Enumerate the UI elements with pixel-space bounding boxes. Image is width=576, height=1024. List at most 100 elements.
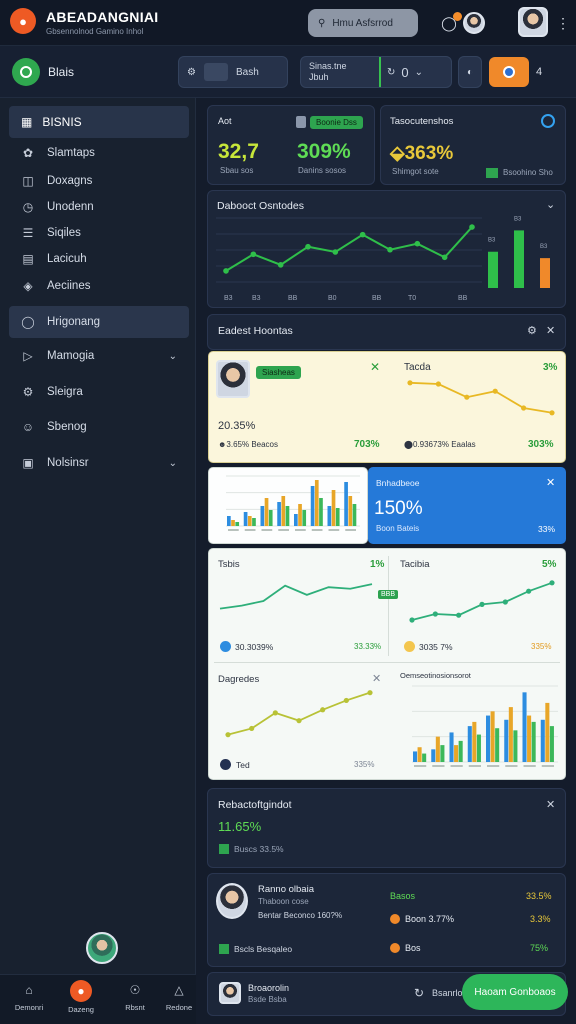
data-point xyxy=(343,697,349,704)
data-point xyxy=(502,599,508,605)
primary-fab-button[interactable]: Haoam Gonboaos xyxy=(462,974,568,1010)
sidebar-item-label: Aeciines xyxy=(47,280,91,292)
chevron-down-icon[interactable]: ⌄ xyxy=(546,198,555,211)
bar xyxy=(435,736,440,762)
grid-divider-h xyxy=(214,662,560,663)
bottom-nav-redone[interactable]: △ Redone xyxy=(156,980,202,1012)
sidebar-item-mamogia[interactable]: ▷ Mamogia ⌄ xyxy=(9,343,189,369)
kpi-right-title: Tasocutenshos xyxy=(390,116,454,127)
data-point xyxy=(223,268,229,274)
card-3-right-pct: 5% xyxy=(542,559,557,570)
refresh-icon[interactable]: ↻ xyxy=(414,986,424,1000)
data-point xyxy=(435,381,441,387)
sidebar-item-unodenn[interactable]: ◷ Unodenn xyxy=(9,194,189,220)
sidebar-item-label: Sleigra xyxy=(47,386,83,398)
primary-action-button[interactable] xyxy=(489,57,529,87)
kpi-right-sub: Shimgot sote xyxy=(392,167,439,176)
kpi-left-pill: Boonie Dss xyxy=(310,116,363,129)
bar xyxy=(417,747,422,762)
more-menu-icon[interactable]: ⋮ xyxy=(550,10,576,36)
tick-label xyxy=(244,529,256,531)
sidebar-item-label: Lacicuh xyxy=(47,253,87,265)
kpi-left-value-1-sub: Sbau sos xyxy=(220,166,254,175)
card-1-right-pct: 703% xyxy=(354,439,380,450)
control-1-label: Bash xyxy=(235,66,259,78)
card-2-value: 150% xyxy=(374,498,423,519)
bottom-nav-label: Rbsnt xyxy=(125,1003,145,1012)
card-1-sub: ☻3.65% Beacos xyxy=(218,440,279,449)
sidebar-item-label: Doxagns xyxy=(47,175,93,187)
divider-green xyxy=(379,57,381,87)
refresh-icon: ↻ xyxy=(387,66,396,78)
fox-icon[interactable]: ● xyxy=(10,8,36,34)
bar xyxy=(431,749,436,762)
sidebar-header[interactable]: ▦ BISNIS xyxy=(9,106,189,138)
user-avatar-small[interactable] xyxy=(463,12,485,34)
sidebar-item-label: Sbenog xyxy=(47,421,87,433)
sidebar-item-lacicuh[interactable]: ▤ Lacicuh xyxy=(9,246,189,272)
sidebar-item-sleigra[interactable]: ⚙ Sleigra xyxy=(9,379,189,405)
footer-action[interactable]: Bsanrlo xyxy=(432,988,463,998)
kpi-right-pill: Bsoohino Sho xyxy=(503,168,553,177)
bar xyxy=(440,745,445,762)
settings-icon[interactable]: ⚙ xyxy=(527,324,537,337)
data-point xyxy=(296,718,302,724)
info-icon[interactable] xyxy=(541,114,555,128)
data-point xyxy=(469,224,475,230)
bottom-nav-dazeng[interactable]: ● Dazeng xyxy=(58,980,104,1014)
bar xyxy=(549,726,554,762)
tick-label: B3 xyxy=(540,244,548,250)
card-3-right-title: Tacibia xyxy=(400,559,430,570)
sidebar-item-nolsinsr[interactable]: ▣ Nolsinsr ⌄ xyxy=(9,450,189,476)
bottom-nav-rbsnt[interactable]: ☉ Rbsnt xyxy=(112,980,158,1012)
profile-role: Thaboon cose xyxy=(258,897,309,906)
close-icon[interactable]: ✕ xyxy=(546,798,555,811)
compass-icon: ☉ xyxy=(129,983,141,997)
bar xyxy=(264,498,269,526)
toolbar-control-1[interactable]: ⚙ Bash xyxy=(178,56,288,88)
chevron-down-icon: ⌄ xyxy=(414,66,424,78)
profile-footer: Bscls Besqaleo xyxy=(234,944,293,954)
notification-button[interactable]: ◯ xyxy=(436,10,462,36)
bar xyxy=(277,502,281,526)
tick-label xyxy=(432,765,445,767)
summary-value: 11.65% xyxy=(218,819,262,834)
link-button[interactable]: ◐ xyxy=(458,56,482,88)
bar xyxy=(508,707,513,762)
bottom-nav-home[interactable]: ⌂ Demonri xyxy=(6,980,52,1012)
bottom-nav-label: Dazeng xyxy=(68,1005,94,1014)
cards-panel-title: Eadest Hoontas xyxy=(218,325,293,337)
data-point xyxy=(492,388,498,394)
bottom-nav-label: Demonri xyxy=(14,1003,44,1012)
tick-label: B3 xyxy=(488,238,496,244)
sidebar-item-slamtaps[interactable]: ✿ Slamtaps xyxy=(9,140,189,166)
folder-icon: ▤ xyxy=(22,252,34,266)
sidebar-item-siqiles[interactable]: ☰ Siqiles xyxy=(9,220,189,246)
summary-title: Rebactoftgindot xyxy=(218,799,292,811)
data-point xyxy=(407,380,413,386)
sidebar-item-hrigonang[interactable]: ◯ Hrigonang xyxy=(9,306,189,338)
tick-label: B3 xyxy=(252,295,261,302)
calendar-icon: ▣ xyxy=(22,456,34,470)
tick-label xyxy=(311,529,323,531)
bar-chart-small xyxy=(226,475,360,531)
card-1-pill: Siasheas xyxy=(256,366,301,379)
bar xyxy=(514,230,524,288)
sidebar-item-doxagns[interactable]: ◫ Doxagns xyxy=(9,168,189,194)
app-status-icon[interactable] xyxy=(12,58,40,86)
search-button[interactable]: ⚲ Hmu Asfsrrod xyxy=(308,9,418,37)
profile-avatar[interactable] xyxy=(518,7,548,37)
kpi-left-value-1: 32,7 xyxy=(218,140,259,163)
close-icon[interactable]: ✕ xyxy=(546,324,555,337)
tick-label: BB xyxy=(372,295,382,302)
control-3-value: 0 xyxy=(401,64,409,80)
toggle-icon xyxy=(203,63,228,81)
data-point xyxy=(479,601,485,607)
sidebar-user-avatar[interactable] xyxy=(86,932,118,964)
kpi-left-value-2: 309% xyxy=(297,140,351,163)
toolbar-control-2[interactable]: Sinas.tne Jbuh ↻ 0 ⌄ xyxy=(300,56,452,88)
profile-r3-label: Bos xyxy=(405,943,421,953)
sidebar-item-aeciines[interactable]: ◈ Aeciines xyxy=(9,273,189,299)
close-icon[interactable]: ✕ xyxy=(546,476,555,489)
sidebar-item-sbenog[interactable]: ☺ Sbenog xyxy=(9,414,189,440)
